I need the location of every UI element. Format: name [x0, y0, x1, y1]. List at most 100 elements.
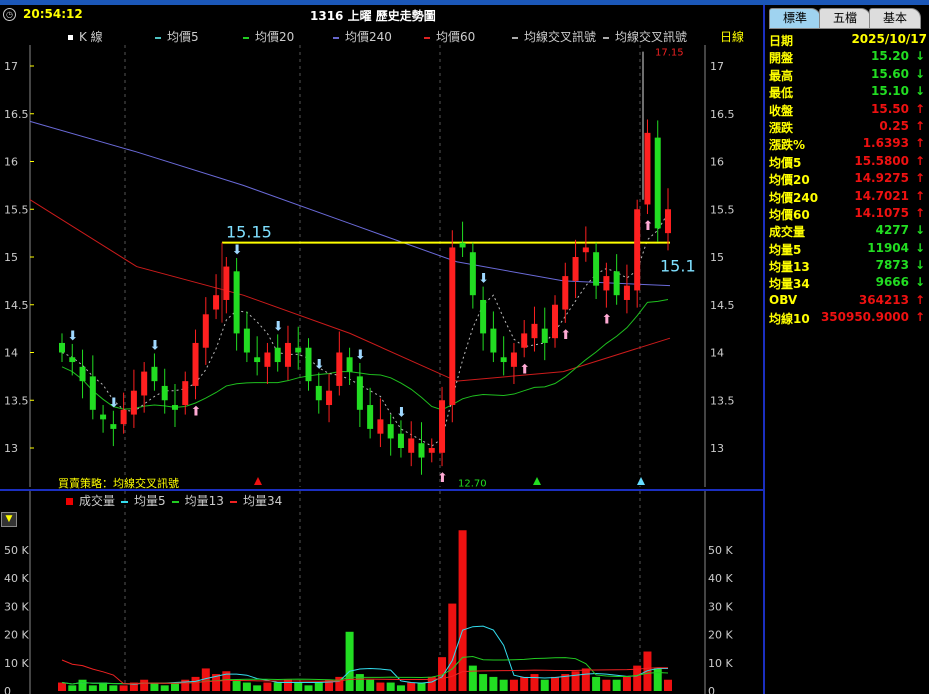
- legend-item: 均價240: [333, 28, 392, 45]
- candle-body: [490, 328, 497, 353]
- arrow-up-icon: ↑: [914, 205, 925, 220]
- volume-bar: [530, 674, 539, 691]
- candle-body: [356, 376, 363, 410]
- info-row: OBV 364213 ↑: [769, 293, 927, 310]
- candle-body: [480, 299, 487, 334]
- info-row: 均量13 7873 ↓: [769, 258, 927, 275]
- price-tick-label: 14: [710, 347, 724, 360]
- volume-legend-item: 均量13: [171, 494, 224, 508]
- candle-body: [243, 328, 250, 353]
- info-value: 4277: [875, 223, 909, 238]
- arrow-up-icon: ↑: [914, 136, 925, 151]
- price-tick-label: 15.5: [4, 203, 29, 216]
- signal-triangle-icon: [254, 477, 262, 485]
- volume-bar: [592, 676, 601, 691]
- candle-body: [346, 357, 353, 372]
- arrow-down-icon: ↓: [914, 240, 925, 255]
- info-row: 開盤 15.20 ↓: [769, 49, 927, 66]
- arrow-up-icon: ↑: [914, 292, 925, 307]
- arrow-down-icon: ↓: [914, 49, 925, 64]
- collapse-toggle-icon[interactable]: ▼: [1, 512, 17, 527]
- candle-body: [305, 347, 312, 382]
- volume-chart[interactable]: 50 K 50 K 40 K 40 K 30 K 30 K 20 K 20 K 10 K 10 K…: [0, 491, 763, 694]
- volume-tick-label: 0: [4, 685, 11, 694]
- arrow-down-icon: ↓: [914, 275, 925, 290]
- volume-bar: [242, 682, 251, 691]
- info-label: 均價60: [769, 207, 810, 222]
- high-label: 17.15: [655, 48, 684, 59]
- candle-body: [130, 390, 137, 415]
- info-row: 最低 15.10 ↓: [769, 84, 927, 101]
- clock-icon: ◷: [3, 8, 16, 21]
- volume-bar: [253, 685, 262, 691]
- volume-bar: [479, 674, 488, 691]
- chart-title: 1316 上曜 歷史走勢圖: [310, 9, 436, 23]
- volume-tick-label: 20 K: [4, 629, 29, 642]
- legend-label: 均價60: [436, 30, 476, 44]
- legend-label: 均量5: [134, 494, 166, 508]
- legend-item: 均線交叉訊號: [512, 28, 596, 45]
- candle-body: [469, 252, 476, 296]
- info-value: 364213: [858, 292, 909, 307]
- legend-swatch-icon: [243, 36, 249, 39]
- info-panel: 標準 五檔 基本 日期 2025/10/17 開盤 15.20 ↓ 最高 15.60 ↓ 最低 1…: [765, 5, 929, 694]
- price-tick-label: 14.5: [4, 299, 29, 312]
- volume-bar: [294, 682, 303, 691]
- legend-label: 均量13: [184, 494, 224, 508]
- volume-bar: [653, 668, 662, 691]
- candle-body: [582, 247, 589, 253]
- candle-body: [213, 295, 220, 310]
- info-label: 收盤: [769, 103, 794, 118]
- info-label: 均價20: [769, 173, 810, 188]
- volume-bar: [520, 676, 529, 691]
- volume-bar: [58, 682, 66, 691]
- volume-bar: [499, 679, 508, 691]
- ma-right-label: 15.1: [660, 256, 696, 275]
- info-row: 均價5 15.5800 ↑: [769, 154, 927, 171]
- low-label: 12.70: [458, 479, 487, 487]
- volume-bar: [468, 665, 477, 691]
- period-label[interactable]: 日線: [720, 28, 744, 45]
- volume-tick-label: 30 K: [708, 600, 733, 613]
- info-label: 日期: [769, 34, 794, 48]
- info-label: 開盤: [769, 51, 794, 66]
- arrow-down-icon: ↓: [914, 66, 925, 81]
- tab-standard[interactable]: 標準: [769, 8, 821, 29]
- legend-label: K 線: [79, 30, 103, 44]
- candle-body: [541, 328, 548, 343]
- candle-body: [264, 352, 271, 367]
- volume-bar: [622, 676, 631, 691]
- price-tick-label: 13: [710, 442, 724, 455]
- info-label: 均價240: [769, 190, 819, 205]
- volume-bar: [571, 671, 580, 691]
- legend-swatch-icon: [229, 500, 237, 503]
- candle-body: [295, 347, 302, 353]
- legend-item: 均價20: [243, 28, 294, 45]
- price-tick-label: 14: [4, 347, 18, 360]
- arrow-down-icon: ↓: [914, 223, 925, 238]
- volume-bar: [150, 682, 159, 691]
- volume-bar: [438, 657, 447, 691]
- tab-basic[interactable]: 基本: [869, 8, 921, 29]
- volume-tick-label: 10 K: [708, 657, 733, 670]
- price-tick-label: 15: [4, 251, 18, 264]
- volume-bar: [109, 685, 118, 691]
- volume-bar: [170, 682, 179, 691]
- legend-swatch-icon: [333, 36, 339, 39]
- candle-body: [315, 385, 322, 401]
- legend-label: 均價240: [345, 30, 392, 44]
- candle-body: [336, 352, 343, 386]
- tab-five-levels[interactable]: 五檔: [819, 8, 871, 29]
- candle-body: [182, 381, 189, 406]
- volume-bar: [386, 682, 395, 691]
- volume-bar: [304, 685, 313, 691]
- volume-bar: [551, 676, 560, 691]
- price-tick-label: 16: [710, 156, 724, 169]
- info-value: 350950.9000: [820, 310, 909, 325]
- price-chart[interactable]: 17 17 16.5 16.5 16 16 15.5 15.5 15 15 14.5 14.5 14 14…: [0, 45, 763, 487]
- volume-bar: [602, 679, 611, 691]
- legend-label: 均價5: [167, 30, 199, 44]
- price-tick-label: 16.5: [4, 108, 29, 121]
- info-label: 均線10: [769, 312, 810, 327]
- candle-body: [89, 376, 96, 410]
